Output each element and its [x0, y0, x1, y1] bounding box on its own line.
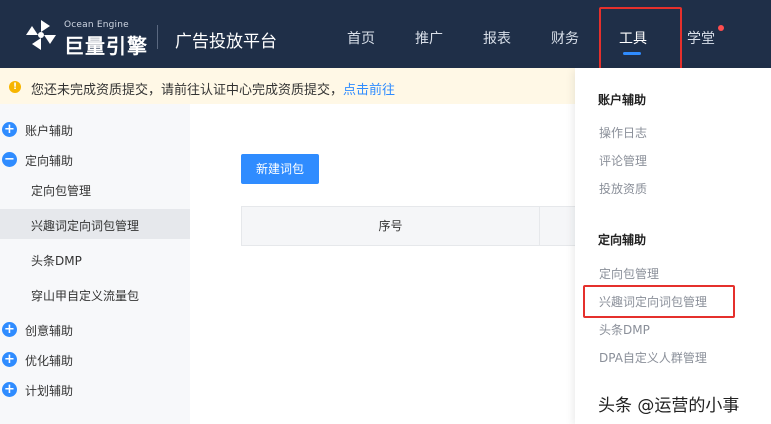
sidebar-item-interest-keyword-package[interactable]: 兴趣词定向词包管理 [0, 209, 190, 239]
ocean-engine-logo-icon [26, 20, 56, 50]
qualification-notice-bar: ! 您还未完成资质提交，请前往认证中心完成资质提交，点击前往 [0, 68, 575, 104]
table-column-index: 序号 [242, 207, 540, 245]
brand-divider [157, 25, 158, 49]
notice-link[interactable]: 点击前往 [343, 83, 395, 98]
sidebar-item-account-assist[interactable]: + 账户辅助 [0, 114, 190, 144]
nav-reports[interactable]: 报表 [483, 28, 511, 48]
nav-finance[interactable]: 财务 [551, 28, 579, 48]
sidebar-item-targeting-assist[interactable]: − 定向辅助 [0, 144, 190, 174]
warning-icon: ! [9, 81, 21, 93]
notice-text: 您还未完成资质提交，请前往认证中心完成资质提交，点击前往 [31, 83, 396, 98]
highlight-box-interest-keyword [583, 285, 735, 318]
plus-circle-icon: + [2, 352, 17, 367]
dropdown-item-ad-qualification[interactable]: 投放资质 [599, 180, 647, 197]
brand-chinese-name: 巨量引擎 [64, 34, 148, 58]
plus-circle-icon: + [2, 322, 17, 337]
nav-promotion[interactable]: 推广 [415, 28, 443, 48]
table-header: 序号 [241, 206, 575, 246]
nav-home[interactable]: 首页 [347, 28, 375, 48]
new-keyword-package-button[interactable]: 新建词包 [241, 154, 319, 184]
minus-circle-icon: − [2, 152, 17, 167]
main-content [190, 104, 575, 424]
sidebar-item-targeting-package[interactable]: 定向包管理 [0, 174, 190, 204]
sidebar-item-toutiao-dmp[interactable]: 头条DMP [0, 244, 190, 274]
dropdown-item-toutiao-dmp[interactable]: 头条DMP [599, 321, 650, 338]
dropdown-group-targeting-assist: 定向辅助 [598, 233, 647, 247]
watermark-text: 头条 @运营的小事 [598, 396, 740, 416]
brand-english-name: Ocean Engine [64, 20, 129, 30]
dropdown-item-comment-management[interactable]: 评论管理 [599, 152, 647, 169]
dropdown-item-targeting-package[interactable]: 定向包管理 [599, 265, 659, 282]
nav-academy[interactable]: 学堂 [687, 28, 715, 48]
sidebar-item-optimization-assist[interactable]: + 优化辅助 [0, 344, 190, 374]
plus-circle-icon: + [2, 382, 17, 397]
plus-circle-icon: + [2, 122, 17, 137]
sidebar-item-pangle-traffic-package[interactable]: 穿山甲自定义流量包 [0, 279, 190, 309]
dropdown-group-account-assist: 账户辅助 [598, 93, 647, 107]
platform-title: 广告投放平台 [175, 32, 277, 52]
sidebar-item-creative-assist[interactable]: + 创意辅助 [0, 314, 190, 344]
dropdown-item-dpa-custom-audience[interactable]: DPA自定义人群管理 [599, 349, 707, 366]
notification-dot [718, 25, 724, 31]
sidebar-item-plan-assist[interactable]: + 计划辅助 [0, 374, 190, 404]
dropdown-item-operation-log[interactable]: 操作日志 [599, 124, 647, 141]
